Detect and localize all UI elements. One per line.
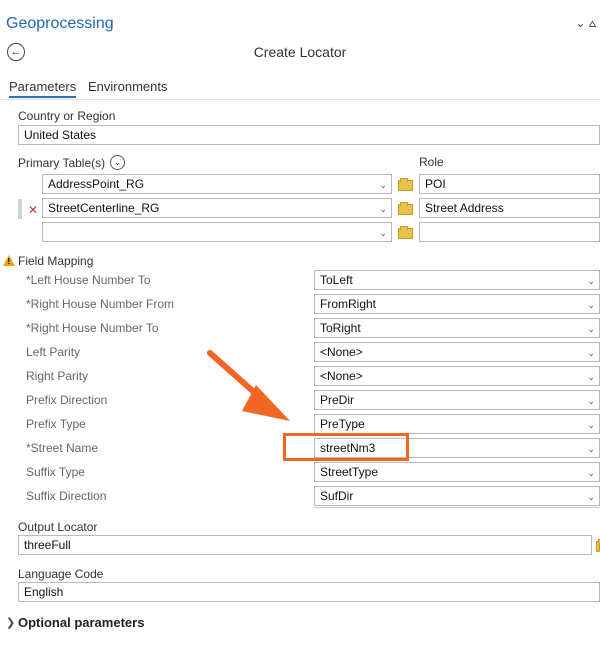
- chevron-down-icon: ⌄: [587, 492, 595, 502]
- folder-icon[interactable]: [398, 178, 413, 191]
- field-mapping-label: Field Mapping: [18, 254, 94, 268]
- field-map-scroll-edge: [314, 507, 600, 511]
- warning-icon-mark: !: [7, 257, 11, 266]
- chevron-down-icon: ⌄: [379, 228, 387, 238]
- field-map-dropdown[interactable]: FromRight ⌄: [314, 294, 600, 314]
- field-map-value: ToRight: [320, 321, 361, 335]
- role-input-2[interactable]: Street Address: [419, 198, 600, 218]
- remove-row-icon[interactable]: ✕: [28, 203, 38, 217]
- expand-primary-button[interactable]: ⌄: [110, 155, 125, 170]
- panel-options[interactable]: ⌄ ⩟: [575, 16, 596, 31]
- chevron-down-icon: ⌄: [587, 300, 595, 310]
- field-map-dropdown[interactable]: ToRight ⌄: [314, 318, 600, 338]
- field-map-value: PreDir: [320, 393, 355, 407]
- field-map-dropdown[interactable]: <None> ⌄: [314, 342, 600, 362]
- primary-table-value: StreetCenterline_RG: [48, 201, 160, 215]
- chevron-down-icon: ⌄: [587, 324, 595, 334]
- role-label: Role: [419, 155, 444, 169]
- panel-title: Geoprocessing: [6, 15, 114, 32]
- chevron-down-icon: ⌄: [587, 444, 595, 454]
- row-grip-handle[interactable]: [18, 199, 22, 219]
- field-map-value: StreetType: [320, 465, 379, 479]
- chevron-right-icon[interactable]: ❯: [6, 616, 15, 629]
- field-map-label: Prefix Type: [26, 417, 86, 431]
- field-map-dropdown[interactable]: ToLeft ⌄: [314, 270, 600, 290]
- field-map-label: Suffix Direction: [26, 489, 107, 503]
- field-map-dropdown[interactable]: PreDir ⌄: [314, 390, 600, 410]
- field-map-value: SufDir: [320, 489, 354, 503]
- optional-parameters-toggle[interactable]: Optional parameters: [18, 615, 144, 630]
- role-input-3[interactable]: [419, 222, 600, 242]
- country-label: Country or Region: [18, 109, 116, 123]
- field-map-label: *Right House Number From: [26, 297, 175, 311]
- folder-icon[interactable]: [596, 539, 600, 552]
- role-input-1[interactable]: POI: [419, 174, 600, 194]
- chevron-down-icon: ⌄: [587, 372, 595, 382]
- primary-table-dropdown-3[interactable]: ⌄: [42, 222, 392, 242]
- field-map-label: Right Parity: [26, 369, 89, 383]
- output-locator-input[interactable]: threeFull: [18, 535, 592, 555]
- chevron-down-icon: ⌄: [587, 348, 595, 358]
- field-map-label: Suffix Type: [26, 465, 85, 479]
- field-map-dropdown[interactable]: SufDir ⌄: [314, 486, 600, 506]
- field-map-label: Left Parity: [26, 345, 81, 359]
- chevron-down-icon: ⌄: [587, 276, 595, 286]
- chevron-down-icon: ⌄: [587, 396, 595, 406]
- chevron-down-icon: ⌄: [587, 420, 595, 430]
- chevron-down-icon: ⌄: [379, 180, 387, 190]
- field-map-label: *Right House Number To: [26, 321, 159, 335]
- language-code-label: Language Code: [18, 567, 104, 581]
- field-map-value: <None>: [320, 345, 363, 359]
- field-map-dropdown[interactable]: <None> ⌄: [314, 366, 600, 386]
- field-map-dropdown[interactable]: PreType ⌄: [314, 414, 600, 434]
- field-map-value: PreType: [320, 417, 365, 431]
- primary-table-label: Primary Table(s): [18, 156, 106, 170]
- field-map-value: <None>: [320, 369, 363, 383]
- field-map-label: *Street Name: [26, 441, 99, 455]
- country-input[interactable]: United States: [18, 125, 600, 145]
- output-locator-label: Output Locator: [18, 520, 98, 534]
- tool-title: Create Locator: [253, 44, 347, 60]
- field-map-value: ToLeft: [320, 273, 353, 287]
- folder-icon[interactable]: [398, 226, 413, 239]
- field-map-label: *Left House Number To: [26, 273, 151, 287]
- field-map-label: Prefix Direction: [26, 393, 108, 407]
- language-code-input[interactable]: English: [18, 582, 600, 602]
- chevron-down-icon: ⌄: [587, 468, 595, 478]
- primary-table-dropdown-1[interactable]: AddressPoint_RG ⌄: [42, 174, 392, 194]
- tab-parameters[interactable]: Parameters: [9, 79, 77, 98]
- annotation-highlight-box: [283, 433, 409, 461]
- primary-table-dropdown-2[interactable]: StreetCenterline_RG ⌄: [42, 198, 392, 218]
- folder-icon[interactable]: [398, 202, 413, 215]
- tab-environments[interactable]: Environments: [88, 79, 167, 94]
- field-map-value: FromRight: [320, 297, 377, 311]
- primary-table-value: AddressPoint_RG: [48, 177, 145, 191]
- field-map-dropdown[interactable]: StreetType ⌄: [314, 462, 600, 482]
- chevron-down-icon: ⌄: [379, 204, 387, 214]
- annotation-arrow-icon: [207, 350, 290, 421]
- chevron-down-icon: ⌄: [113, 157, 122, 167]
- tab-divider: [0, 99, 600, 100]
